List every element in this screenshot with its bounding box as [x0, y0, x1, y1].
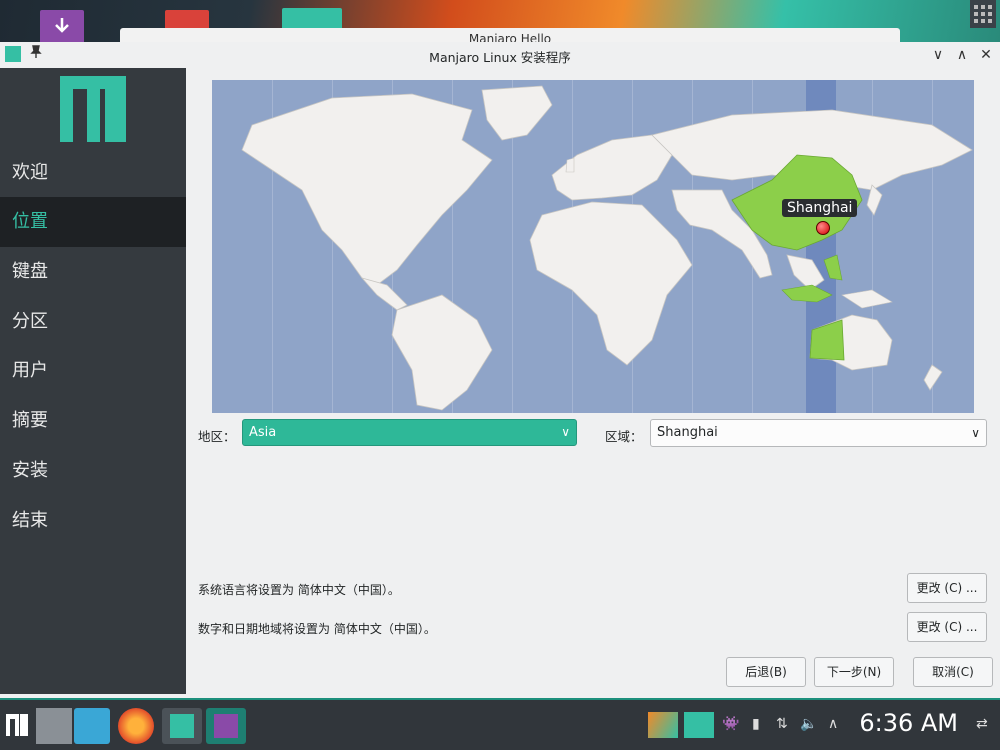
title-bar[interactable]: Manjaro Linux 安装程序 ∨ ∧ ✕ [0, 42, 1000, 68]
clipboard-icon[interactable]: ▮ [752, 716, 760, 732]
region-select[interactable]: Asia ∨ [242, 419, 577, 446]
chevron-down-icon: ∨ [971, 426, 980, 440]
tray-app-icon[interactable] [648, 712, 678, 738]
maximize-button[interactable]: ∧ [952, 45, 972, 65]
region-value: Asia [249, 425, 277, 440]
change-locale-button[interactable]: 更改 (C) ... [907, 612, 987, 642]
chevron-up-icon[interactable]: ∧ [828, 716, 838, 732]
close-button[interactable]: ✕ [976, 45, 996, 65]
sidebar-item-users[interactable]: 用户 [0, 346, 186, 396]
desktop-menu-icon[interactable] [970, 0, 996, 28]
location-page: Shanghai 地区： Asia ∨ 区域： Shanghai ∨ 系统语言将… [186, 68, 1000, 698]
cancel-button[interactable]: 取消(C) [913, 657, 993, 687]
installer-window: Manjaro Linux 安装程序 ∨ ∧ ✕ 欢迎 位置 键盘 分区 用户 … [0, 42, 1000, 698]
zone-label: 区域： [605, 429, 643, 444]
chevron-down-icon: ∨ [561, 425, 570, 439]
world-map [241, 85, 973, 411]
file-manager-icon[interactable] [74, 708, 110, 744]
next-button[interactable]: 下一步(N) [814, 657, 894, 687]
zone-select[interactable]: Shanghai ∨ [650, 419, 987, 447]
timezone-map[interactable]: Shanghai [212, 80, 974, 413]
taskbar: 👾 ▮ ⇅ 🔈 ∧ 6:36 AM ⇄ [0, 698, 1000, 750]
sidebar-item-install[interactable]: 安装 [0, 446, 186, 496]
locale-info: 数字和日期地域将设置为 简体中文（中国）。 [198, 622, 436, 636]
language-info: 系统语言将设置为 简体中文（中国）。 [198, 583, 400, 597]
task-manjaro-installer[interactable] [162, 708, 202, 744]
zone-value: Shanghai [657, 425, 718, 440]
desktop-installer-icon[interactable] [40, 10, 84, 44]
map-pin-icon[interactable] [816, 221, 830, 235]
sidebar-item-partition[interactable]: 分区 [0, 297, 186, 347]
sidebar-item-summary[interactable]: 摘要 [0, 396, 186, 446]
region-label: 地区： [198, 429, 236, 444]
clock[interactable]: 6:36 AM [859, 709, 958, 737]
change-language-button[interactable]: 更改 (C) ... [907, 573, 987, 603]
window-title: Manjaro Linux 安装程序 [429, 50, 571, 65]
back-button[interactable]: 后退(B) [726, 657, 806, 687]
app-launcher-icon[interactable] [6, 714, 28, 736]
sidebar: 欢迎 位置 键盘 分区 用户 摘要 安装 结束 [0, 68, 186, 694]
tray-folder-icon[interactable] [684, 712, 714, 738]
sidebar-item-location[interactable]: 位置 [0, 197, 186, 247]
manjaro-logo-icon [60, 76, 126, 142]
network-icon[interactable]: ⇅ [776, 716, 788, 732]
sidebar-item-finish[interactable]: 结束 [0, 496, 186, 546]
tray-ghost-icon[interactable]: 👾 [722, 716, 739, 732]
volume-icon[interactable]: 🔈 [800, 716, 817, 732]
minimize-button[interactable]: ∨ [928, 45, 948, 65]
firefox-icon[interactable] [118, 708, 154, 744]
map-pin-label: Shanghai [782, 199, 858, 217]
sidebar-item-keyboard[interactable]: 键盘 [0, 247, 186, 297]
panel-settings-icon[interactable]: ⇄ [976, 716, 988, 732]
show-desktop-icon[interactable] [36, 708, 72, 744]
desktop-background: Manjaro Hello [0, 0, 1000, 44]
task-installer-download[interactable] [206, 708, 246, 744]
sidebar-item-welcome[interactable]: 欢迎 [0, 148, 186, 198]
